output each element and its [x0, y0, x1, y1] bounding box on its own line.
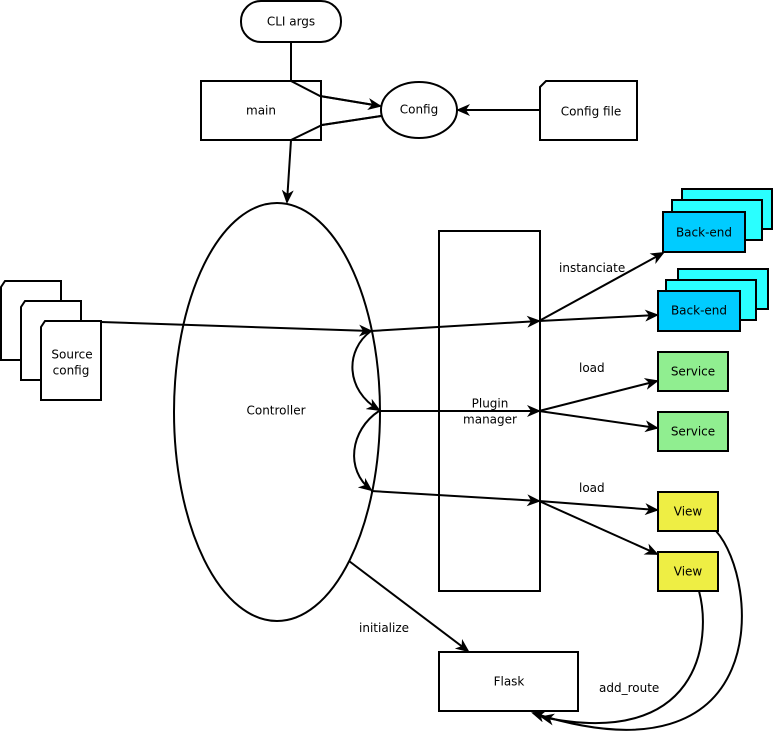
edge-load-service-1 — [538, 378, 659, 412]
config-label: Config — [400, 103, 439, 117]
service-node-1: Service — [657, 351, 729, 392]
service-1-label: Service — [671, 365, 715, 379]
source-config-label-line2: config — [53, 364, 90, 378]
plugin-manager-label-line2: manager — [463, 413, 517, 427]
view-2-label: View — [674, 565, 703, 579]
main-node: main — [200, 80, 382, 141]
config-file-node: Config file — [539, 80, 638, 141]
controller-label: Controller — [246, 404, 305, 418]
backend-2-label: Back-end — [671, 304, 727, 318]
config-node: Config — [380, 81, 458, 139]
view-node-1: View — [657, 491, 719, 532]
backend-node-1: Back-end — [662, 188, 773, 253]
flask-node: Flask — [438, 651, 579, 712]
cli-args-label: CLI args — [267, 15, 315, 29]
edge-label-instanciate: instanciate — [559, 261, 625, 275]
backend-node-2: Back-end — [657, 268, 769, 332]
edge-load-service-2 — [538, 410, 659, 433]
edge-instanciate-backend-2 — [538, 309, 659, 322]
edge-controller-to-plugin-manager-1 — [370, 315, 541, 332]
edge-label-load-views: load — [579, 481, 605, 495]
view-node-2: View — [657, 551, 719, 592]
source-config-label-line1: Source — [51, 348, 92, 362]
config-file-label: Config file — [561, 105, 622, 119]
edge-controller-to-plugin-manager-3 — [370, 490, 541, 507]
controller-node: Controller — [173, 202, 381, 622]
edge-label-add-route: add_route — [599, 681, 659, 695]
backend-1-label: Back-end — [676, 226, 732, 240]
edge-source-config-to-controller — [100, 321, 373, 337]
edge-label-load-services: load — [579, 361, 605, 375]
edge-label-initialize: initialize — [359, 621, 409, 635]
plugin-manager-label-line1: Plugin — [472, 397, 509, 411]
main-label: main — [246, 104, 276, 118]
service-node-2: Service — [657, 411, 729, 452]
cli-args-node: CLI args — [240, 0, 342, 43]
edge-initialize-flask — [348, 560, 470, 653]
view-1-label: View — [674, 505, 703, 519]
service-2-label: Service — [671, 425, 715, 439]
architecture-diagram: CLI args main Config Config file Source … — [0, 0, 773, 731]
source-config-node: Source config — [0, 280, 102, 401]
flask-label: Flask — [494, 675, 525, 689]
